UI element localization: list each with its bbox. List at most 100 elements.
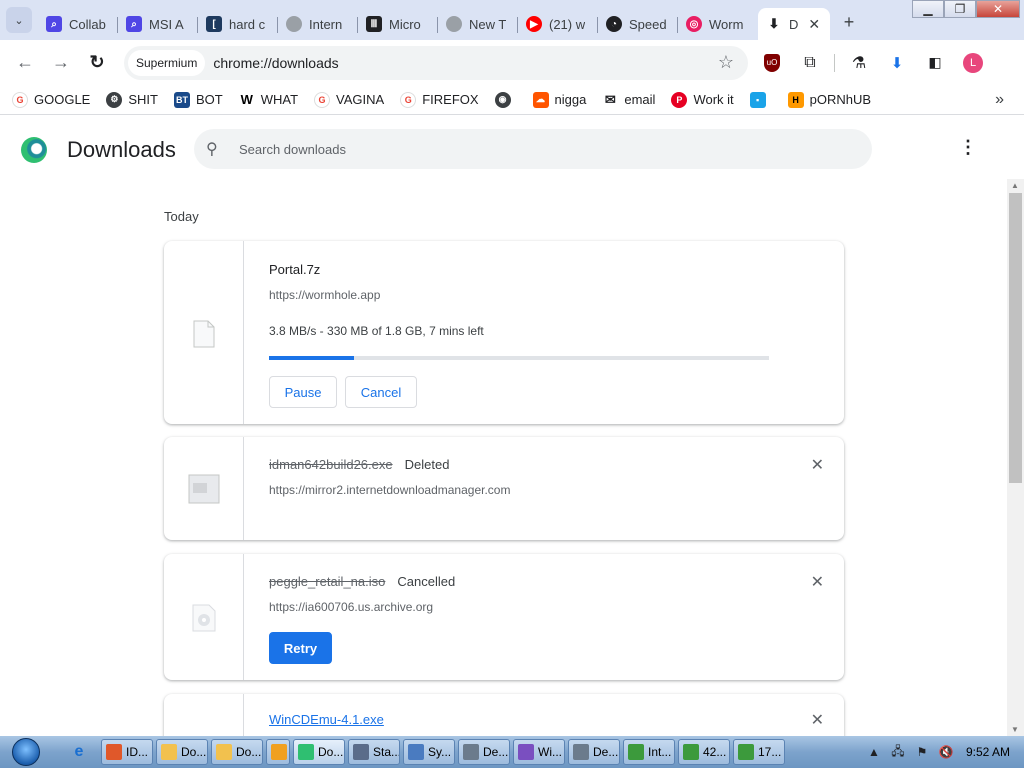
taskbar-task[interactable]: Do... <box>156 739 208 765</box>
w-icon: W <box>238 91 255 108</box>
remove-item-icon[interactable]: ✕ <box>811 710 824 730</box>
file-icon-column <box>164 694 244 736</box>
page-scrollbar[interactable]: ▲ ▼ <box>1007 179 1024 736</box>
retry-button[interactable]: Retry <box>269 632 332 664</box>
taskbar-task[interactable]: Sy... <box>403 739 455 765</box>
bookmark-icon: ▪ <box>749 91 766 108</box>
taskbar-clock[interactable]: 9:52 AM <box>966 745 1010 759</box>
bookmark-item[interactable]: ▪ <box>749 91 772 108</box>
bookmark-item[interactable]: G FIREFOX <box>400 91 479 108</box>
download-filename-link[interactable]: WinCDEmu-4.1.exe <box>269 712 384 727</box>
task-label: Do... <box>181 745 207 759</box>
bookmark-item[interactable]: ☁ nigga <box>532 91 586 108</box>
bookmark-item[interactable]: ⚙ SHIT <box>106 91 158 108</box>
new-tab-button[interactable]: + <box>836 9 862 35</box>
pause-button[interactable]: Pause <box>269 376 337 408</box>
windows-taskbar: e ID... Do... Do... Do... Sta... Sy... De... Wi… <box>0 736 1024 768</box>
installer-icon <box>188 474 220 504</box>
reload-button[interactable]: ↻ <box>82 48 112 78</box>
close-window-button[interactable]: ✕ <box>976 0 1020 18</box>
scroll-up-icon[interactable]: ▲ <box>1011 181 1019 190</box>
labs-button[interactable]: ⚗ <box>845 49 873 77</box>
remove-item-icon[interactable]: ✕ <box>811 455 824 475</box>
volume-muted-icon[interactable]: 🔇 <box>938 744 954 760</box>
profile-avatar[interactable]: L <box>963 52 983 73</box>
section-date-label: Today <box>164 209 199 224</box>
download-progress-text: 3.8 MB/s - 330 MB of 1.8 GB, 7 mins left <box>269 324 484 338</box>
download-source-url[interactable]: https://wormhole.app <box>269 288 380 302</box>
site-chip[interactable]: Supermium <box>128 49 206 76</box>
ublock-extension-button[interactable]: uO <box>758 49 786 77</box>
taskbar-task[interactable]: Wi... <box>513 739 565 765</box>
tray-expand-icon[interactable]: ▲ <box>866 744 882 760</box>
task-app-icon <box>271 744 287 760</box>
task-label: Sta... <box>373 745 400 759</box>
task-app-icon <box>408 744 424 760</box>
remove-item-icon[interactable]: ✕ <box>811 572 824 592</box>
bookmark-star-icon[interactable]: ☆ <box>718 52 734 73</box>
chevron-down-icon: ⌄ <box>14 14 24 27</box>
search-downloads-field[interactable]: ⚲ Search downloads <box>194 129 872 169</box>
tab-3[interactable]: [ hard c <box>198 8 278 40</box>
close-tab-icon[interactable]: ✕ <box>808 16 820 33</box>
maximize-button[interactable]: ❐ <box>944 0 976 18</box>
taskbar-task[interactable]: Int... <box>623 739 675 765</box>
scroll-down-icon[interactable]: ▼ <box>1011 725 1019 734</box>
start-button[interactable] <box>6 736 46 768</box>
tab-1[interactable]: ⌕ Collab <box>38 8 118 40</box>
tab-8[interactable]: ◔ Speed <box>598 8 678 40</box>
bookmark-item[interactable]: P Work it <box>671 91 734 108</box>
bookmark-item[interactable]: HpORNhUB <box>787 91 871 108</box>
url-text[interactable]: chrome://downloads <box>213 55 338 71</box>
file-icon-column <box>164 437 244 540</box>
forward-button[interactable]: → <box>46 48 76 78</box>
more-options-icon[interactable]: ⋮ <box>959 137 977 158</box>
taskbar-task[interactable]: Sta... <box>348 739 400 765</box>
bookmark-item[interactable]: BT BOT <box>173 91 223 108</box>
bookmark-item[interactable]: ◉ <box>494 91 517 108</box>
network-icon[interactable]: 🖧 <box>890 744 906 760</box>
bookmark-item[interactable]: G GOOGLE <box>12 91 90 108</box>
bookmarks-overflow-button[interactable]: » <box>995 91 1004 109</box>
taskbar-task[interactable]: De... <box>458 739 510 765</box>
taskbar-task[interactable]: Do... <box>211 739 263 765</box>
taskbar-task[interactable] <box>266 739 290 765</box>
extensions-button[interactable]: ⧉ <box>796 49 824 77</box>
side-panel-button[interactable]: ◧ <box>921 49 949 77</box>
download-progress-bar <box>269 356 769 360</box>
taskbar-task[interactable]: De... <box>568 739 620 765</box>
minimize-button[interactable]: ▁ <box>912 0 944 18</box>
tab-downloads-active[interactable]: ⬇ D ✕ <box>758 8 830 40</box>
action-center-flag-icon[interactable]: ⚑ <box>914 744 930 760</box>
download-source-url[interactable]: https://ia600706.us.archive.org <box>269 600 433 614</box>
flask-icon: ⚗ <box>851 54 867 72</box>
tab-2[interactable]: ⌕ MSI A <box>118 8 198 40</box>
bookmark-item[interactable]: W WHAT <box>238 91 298 108</box>
back-button[interactable]: ← <box>10 48 40 78</box>
internet-explorer-icon[interactable]: e <box>68 741 90 763</box>
google-icon: G <box>314 91 331 108</box>
tab-7[interactable]: ▶ (21) w <box>518 8 598 40</box>
downloads-button[interactable]: ⬇ <box>883 49 911 77</box>
tab-5[interactable]: Ⅲ Micro <box>358 8 438 40</box>
tab-search-button[interactable]: ⌄ <box>6 7 32 33</box>
tab-9[interactable]: ◎ Worm <box>678 8 758 40</box>
search-icon: ⌕ <box>46 16 62 32</box>
scrollbar-thumb[interactable] <box>1009 193 1022 483</box>
taskbar-task[interactable]: ID... <box>101 739 153 765</box>
taskbar-task[interactable]: 17... <box>733 739 785 765</box>
download-filename[interactable]: Portal.7z <box>269 262 320 277</box>
file-icon-column <box>164 554 244 680</box>
disc-image-icon <box>192 604 216 632</box>
globe-icon: ◉ <box>494 91 511 108</box>
tab-4[interactable]: Intern <box>278 8 358 40</box>
omnibox[interactable]: Supermium chrome://downloads ☆ <box>124 45 748 80</box>
download-source-url[interactable]: https://mirror2.internetdownloadmanager.… <box>269 483 510 497</box>
wormhole-icon: ◎ <box>686 16 702 32</box>
taskbar-task[interactable]: Do... <box>293 739 345 765</box>
tab-6[interactable]: New T <box>438 8 518 40</box>
bookmark-item[interactable]: ✉ email <box>602 91 655 108</box>
cancel-button[interactable]: Cancel <box>345 376 417 408</box>
taskbar-task[interactable]: 42... <box>678 739 730 765</box>
bookmark-item[interactable]: G VAGINA <box>314 91 384 108</box>
